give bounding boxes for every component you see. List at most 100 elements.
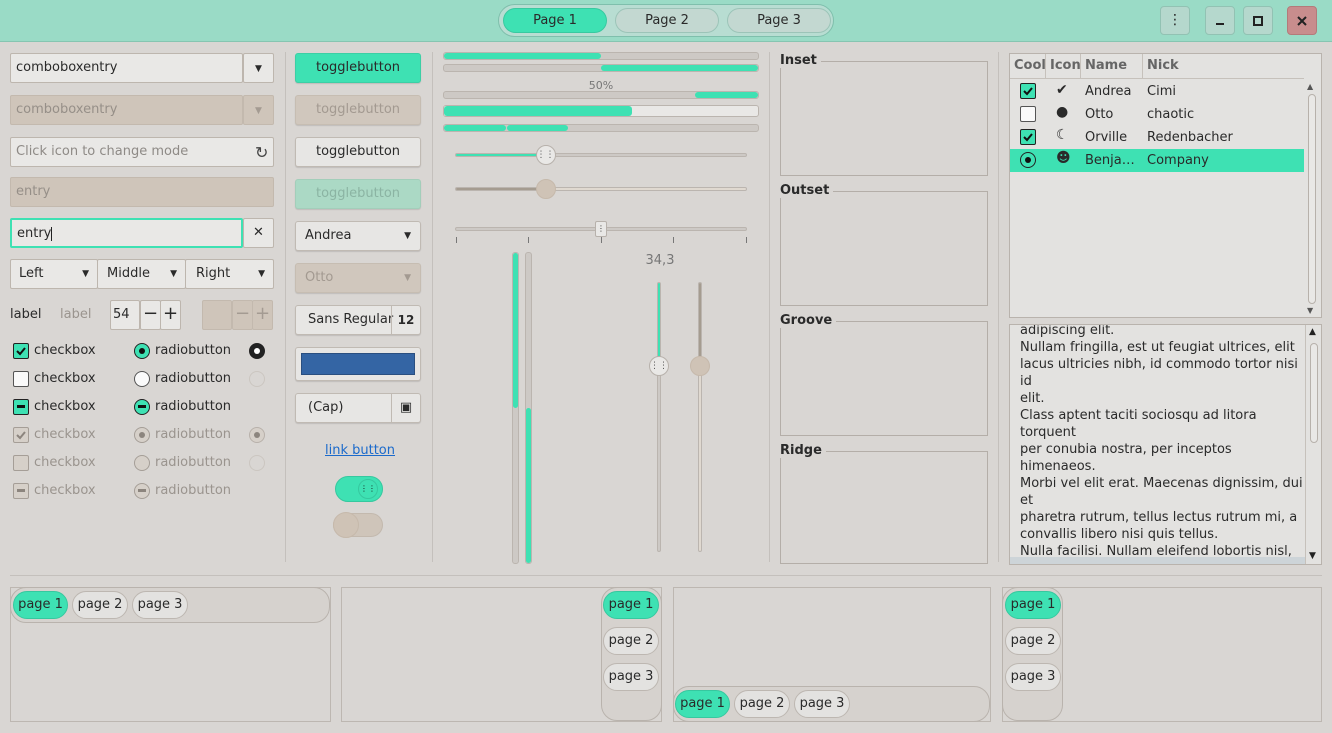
close-button[interactable] (1287, 6, 1317, 35)
clear-entry-button[interactable]: ✕ (243, 218, 274, 248)
cell-name: Otto (1085, 107, 1114, 122)
cell-nick: chaotic (1147, 107, 1195, 122)
minimize-button[interactable] (1205, 6, 1235, 35)
scroll-up-icon[interactable]: ▲ (1309, 327, 1316, 337)
radio-standalone-selected[interactable] (249, 343, 265, 359)
slider-handle-marks[interactable]: ⋮ (595, 221, 607, 237)
radio-label[interactable]: radiobutton (155, 399, 231, 415)
file-chooser-button[interactable]: (Cap) ▣ (295, 393, 421, 423)
radio-label[interactable]: radiobutton (155, 371, 231, 387)
notebook-tab-page-2[interactable]: page 2 (734, 690, 790, 718)
mode-entry[interactable]: Click icon to change mode (10, 137, 274, 167)
frame-label: Outset (780, 183, 834, 198)
scroll-up-icon[interactable]: ▲ (1307, 82, 1313, 91)
menu-button[interactable]: ⋮ (1160, 6, 1190, 35)
text-scrollbar[interactable]: ▲ ▼ (1305, 325, 1321, 564)
column-header-name[interactable]: Name (1085, 58, 1127, 73)
column-header-nick[interactable]: Nick (1147, 58, 1179, 73)
vertical-slider-trough[interactable] (657, 282, 661, 552)
scale-value: 34,3 (645, 253, 675, 268)
toggle-button[interactable]: togglebutton (295, 137, 421, 167)
tab-page-3[interactable]: Page 3 (727, 8, 831, 33)
cool-checkbox[interactable] (1020, 129, 1036, 145)
checkbox-label[interactable]: checkbox (34, 399, 96, 415)
column-header-icon[interactable]: Icon (1050, 58, 1081, 73)
cool-checkbox[interactable] (1020, 106, 1036, 122)
vertical-dots-icon: ⋮ (1168, 12, 1182, 28)
checkbox-checked[interactable] (13, 343, 29, 359)
cool-radio[interactable] (1020, 152, 1036, 168)
segmented-middle[interactable]: Middle ▼ (97, 259, 186, 289)
spin-increase-button[interactable]: + (160, 300, 181, 330)
table-row[interactable]: ☾ Orville Redenbacher (1010, 126, 1304, 149)
text-content: adipiscing elit. Nullam fringilla, est ut… (1020, 324, 1305, 564)
cell-name: Andrea (1085, 84, 1132, 99)
scrollbar-thumb[interactable] (1310, 343, 1318, 443)
notebook-tab-page-3[interactable]: page 3 (603, 663, 659, 691)
checkbox-mixed[interactable] (13, 399, 29, 415)
document-icon: ▣ (391, 394, 420, 422)
label-disabled: label (60, 307, 92, 322)
radio-mixed[interactable] (134, 399, 150, 415)
separator (10, 575, 1322, 576)
tab-page-1[interactable]: Page 1 (503, 8, 607, 33)
moon-icon: ☾ (1056, 127, 1069, 143)
notebook-tab-page-2[interactable]: page 2 (1005, 627, 1061, 655)
radio-selected[interactable] (134, 343, 150, 359)
entry-focused[interactable]: entry (10, 218, 243, 248)
cool-checkbox[interactable] (1020, 83, 1036, 99)
checkbox-label[interactable]: checkbox (34, 343, 96, 359)
slider-handle-disabled (535, 179, 556, 199)
vertical-slider-handle[interactable]: ⋮⋮ (649, 355, 669, 376)
segmented-left[interactable]: Left ▼ (10, 259, 98, 289)
combobox-dropdown-button[interactable]: ▼ (243, 53, 274, 83)
table-row[interactable]: ● Otto chaotic (1010, 103, 1304, 126)
progress-bar (443, 91, 759, 99)
notebook-tab-page-1[interactable]: page 1 (603, 591, 659, 619)
slider-handle[interactable]: ⋮⋮ (535, 145, 556, 165)
notebook-tab-page-2[interactable]: page 2 (72, 591, 128, 619)
combobox-andrea[interactable]: Andrea ▼ (295, 221, 421, 251)
maximize-button[interactable] (1243, 6, 1273, 35)
toggle-button-active[interactable]: togglebutton (295, 53, 421, 83)
refresh-icon[interactable]: ↻ (255, 143, 268, 162)
text-view[interactable]: adipiscing elit. Nullam fringilla, est ut… (1009, 324, 1322, 565)
font-button[interactable]: Sans Regular 12 (295, 305, 421, 335)
notebook-tab-page-1[interactable]: page 1 (1005, 591, 1061, 619)
notebook-tab-page-2[interactable]: page 2 (603, 627, 659, 655)
radio-label[interactable]: radiobutton (155, 343, 231, 359)
tree-scrollbar[interactable]: ▲ ▼ (1304, 80, 1320, 316)
switch-on[interactable]: ⋮⋮ (335, 476, 383, 502)
text-line: Class aptent taciti sociosqu ad litora t… (1020, 408, 1257, 440)
separator (432, 52, 433, 562)
checkbox-unchecked[interactable] (13, 371, 29, 387)
table-row-selected[interactable]: ☻ Benja… Company (1010, 149, 1304, 172)
progress-bar (443, 64, 759, 72)
color-button[interactable] (295, 347, 421, 381)
spin-decrease-button[interactable]: − (140, 300, 161, 330)
chevron-down-icon: ▼ (255, 106, 262, 116)
notebook-tab-page-1[interactable]: page 1 (675, 690, 730, 718)
link-button[interactable]: link button (325, 443, 395, 459)
progress-bar-segmented (443, 124, 759, 132)
scrollbar-thumb[interactable] (1308, 94, 1316, 304)
check-circle-icon: ✔ (1056, 82, 1068, 98)
checkbox-label[interactable]: checkbox (34, 371, 96, 387)
vertical-progress-bar (525, 252, 532, 564)
tab-page-2[interactable]: Page 2 (615, 8, 719, 33)
notebook-tab-page-3[interactable]: page 3 (132, 591, 188, 619)
notebook-tab-page-1[interactable]: page 1 (13, 591, 68, 619)
segmented-right[interactable]: Right ▼ (185, 259, 274, 289)
column-header-cool[interactable]: Cool (1014, 58, 1046, 73)
slider-trough[interactable] (455, 153, 747, 157)
spin-value[interactable]: 54 (110, 300, 140, 330)
table-row[interactable]: ✔ Andrea Cimi (1010, 80, 1304, 103)
notebook-tab-page-3[interactable]: page 3 (794, 690, 850, 718)
scroll-down-icon[interactable]: ▼ (1307, 306, 1313, 315)
scroll-down-icon[interactable]: ▼ (1309, 551, 1316, 561)
radio-unselected[interactable] (134, 371, 150, 387)
combobox-entry[interactable]: comboboxentry (10, 53, 243, 83)
text-line: elit. (1020, 391, 1045, 406)
text-line: adipiscing elit. (1020, 324, 1115, 338)
notebook-tab-page-3[interactable]: page 3 (1005, 663, 1061, 691)
